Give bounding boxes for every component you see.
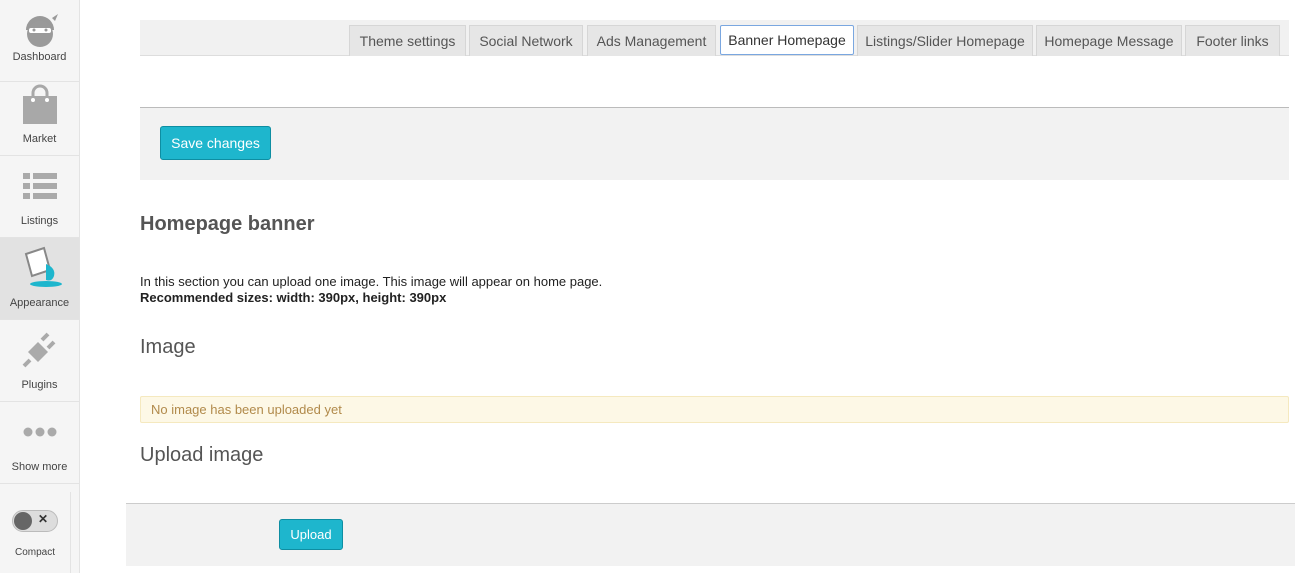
sidebar-item-appearance[interactable]: Appearance [0, 238, 79, 320]
tab-footer-links[interactable]: Footer links [1185, 25, 1280, 56]
sidebar-item-label: Plugins [21, 379, 58, 391]
sidebar-item-label: Appearance [9, 297, 70, 309]
sidebar-item-plugins[interactable]: Plugins [0, 320, 79, 402]
sidebar-item-label: Market [22, 133, 57, 145]
tab-homepage-message[interactable]: Homepage Message [1036, 25, 1182, 56]
sidebar-item-listings[interactable]: Listings [0, 156, 79, 238]
plug-icon [0, 330, 79, 370]
paint-bucket-icon [0, 246, 79, 288]
dashboard-icon [0, 10, 79, 50]
sidebar-item-dashboard[interactable]: Dashboard [0, 0, 79, 82]
listings-icon [0, 166, 79, 206]
image-heading: Image [140, 336, 196, 358]
upload-heading: Upload image [140, 444, 264, 466]
no-image-alert: No image has been uploaded yet [140, 396, 1289, 423]
sidebar-item-label: Listings [20, 215, 59, 227]
sidebar-item-show-more[interactable]: Show more [0, 402, 79, 484]
section-title: Homepage banner [140, 213, 315, 235]
recommended-sizes: Recommended sizes: width: 390px, height:… [140, 290, 447, 305]
description-text: In this section you can upload one image… [140, 274, 603, 289]
toggle-knob [14, 512, 32, 530]
tab-theme-settings[interactable]: Theme settings [349, 25, 466, 56]
upload-button[interactable]: Upload [279, 519, 343, 550]
tab-social-network[interactable]: Social Network [469, 25, 583, 56]
sidebar: Dashboard Market Listings Appearance Plu… [0, 0, 80, 573]
upload-bar: Upload [126, 503, 1295, 566]
tab-ads-management[interactable]: Ads Management [587, 25, 716, 56]
compact-toggle[interactable]: ✕ Compact [0, 492, 71, 573]
save-bar: Save changes [140, 108, 1289, 180]
section-description: In this section you can upload one image… [140, 274, 602, 306]
close-icon: ✕ [38, 512, 49, 526]
sidebar-item-label: Dashboard [12, 51, 67, 63]
save-button[interactable]: Save changes [160, 126, 271, 160]
tab-listings-slider-homepage[interactable]: Listings/Slider Homepage [857, 25, 1033, 56]
tab-banner-homepage[interactable]: Banner Homepage [720, 25, 854, 55]
more-dots-icon [0, 412, 79, 452]
compact-label: Compact [14, 547, 55, 558]
sidebar-item-market[interactable]: Market [0, 74, 79, 156]
toggle-switch[interactable]: ✕ [12, 510, 58, 532]
tab-bar: Theme settings Social Network Ads Manage… [140, 20, 1289, 56]
market-bag-icon [0, 84, 79, 124]
sidebar-item-label: Show more [11, 461, 68, 473]
